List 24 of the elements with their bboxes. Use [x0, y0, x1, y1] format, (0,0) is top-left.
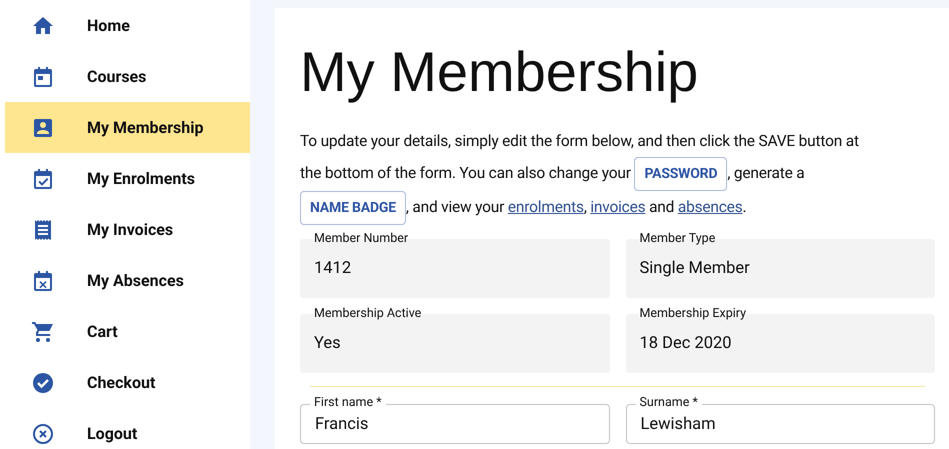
calendar-x-icon [31, 268, 55, 292]
text-link[interactable]: absences [678, 198, 743, 216]
field-label: Member Type [640, 232, 716, 246]
close-circle-icon [31, 422, 55, 446]
field-label: Membership Expiry [640, 307, 746, 321]
outlined-button[interactable]: NAME BADGE [300, 191, 406, 225]
calendar-check-icon [31, 166, 55, 190]
sidebar-item[interactable]: My Invoices [5, 204, 250, 255]
sidebar-item[interactable]: Cart [5, 306, 250, 357]
sidebar-item[interactable]: My Absences [5, 255, 250, 306]
sidebar-item[interactable]: Checkout [5, 357, 250, 408]
text-link[interactable]: invoices [590, 198, 646, 216]
sidebar-item[interactable]: Home [5, 0, 250, 51]
text-link[interactable]: enrolments [508, 198, 584, 216]
sidebar-item[interactable]: Courses [5, 51, 250, 102]
sidebar-item[interactable]: My Membership [5, 102, 250, 153]
outlined-button[interactable]: PASSWORD [634, 157, 728, 191]
check-circle-icon [31, 370, 55, 394]
intro-paragraph: To update your details, simply edit the form below, and then click the SAVE button at the bottom of the form. You can also change your PASSWORD , generate a NAME BADGE , and view your enrolments, invoices and absences. [300, 126, 935, 225]
sidebar-item[interactable]: Logout [5, 408, 250, 449]
sidebar-item[interactable]: My Enrolments [5, 153, 250, 204]
page-title: My Membership [300, 40, 700, 104]
cart-icon [31, 320, 55, 344]
calendar-icon [31, 64, 55, 88]
